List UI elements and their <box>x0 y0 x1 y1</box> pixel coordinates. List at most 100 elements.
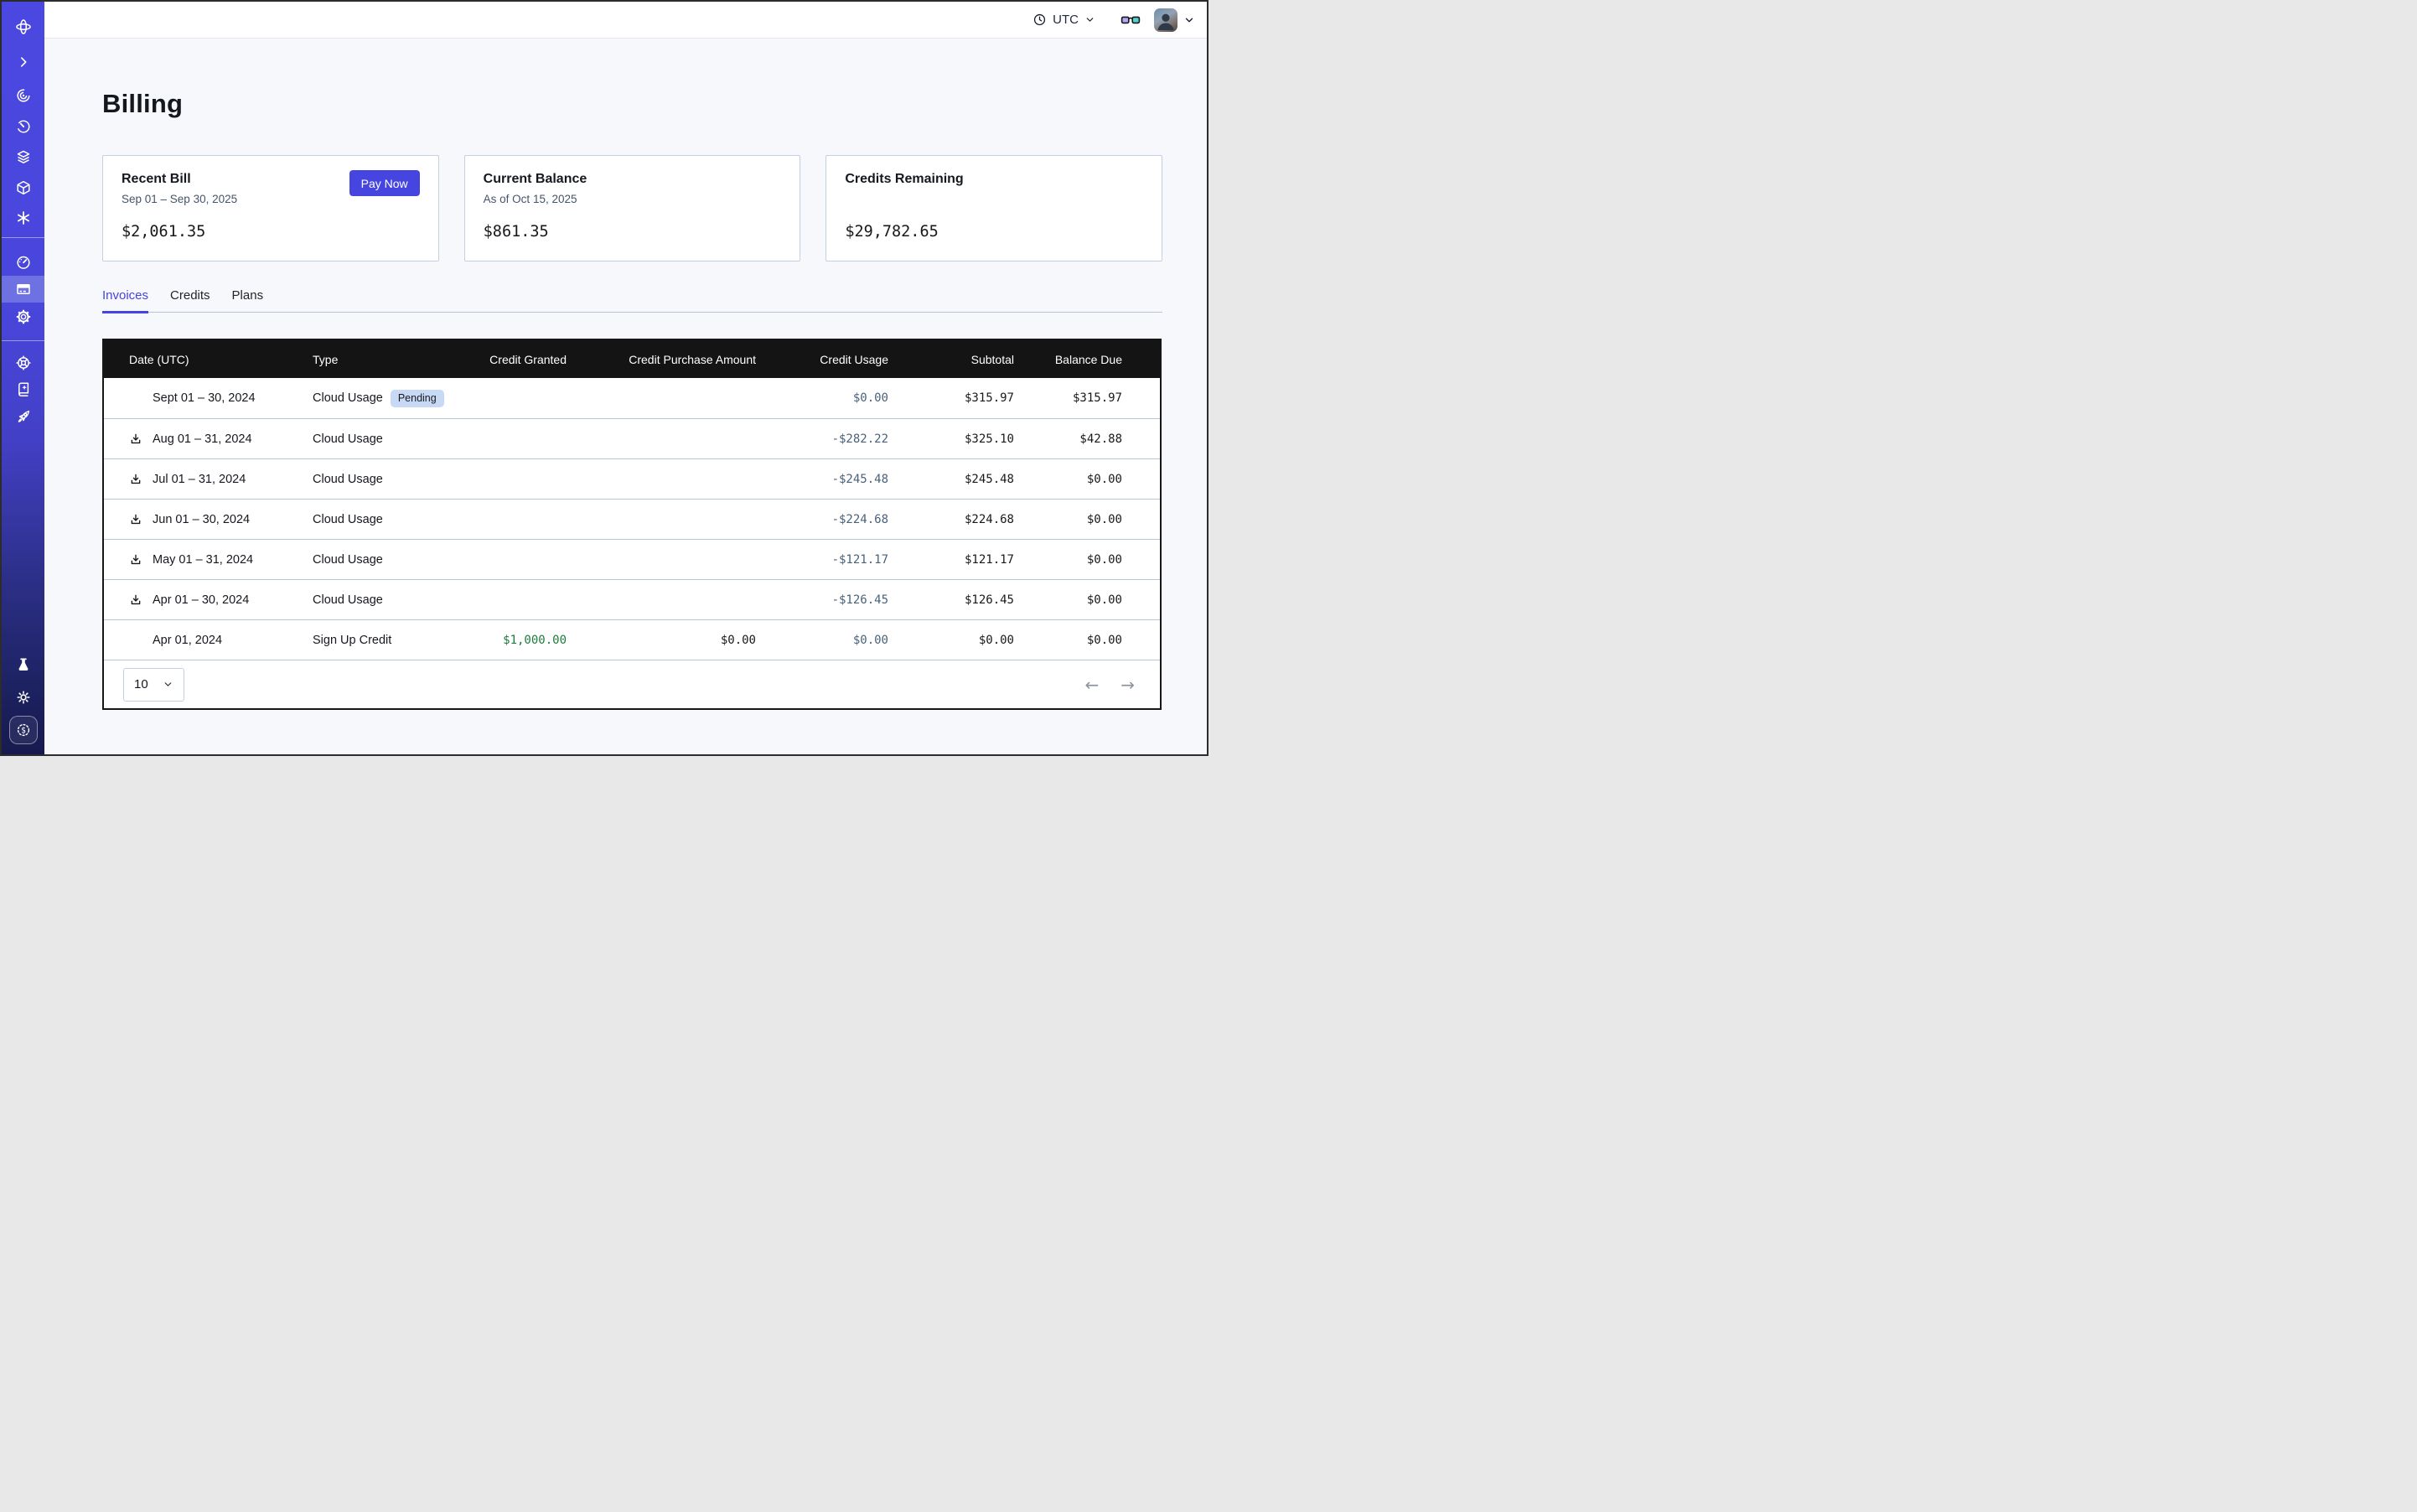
pagination: 10 ← → <box>104 660 1160 708</box>
timer-icon <box>15 118 32 135</box>
sidebar-item-getting-started[interactable] <box>2 403 44 430</box>
table-row: Jul 01 – 31, 2024 Cloud Usage -$245.48 $… <box>104 458 1160 499</box>
invoice-date-cell: Sept 01 – 30, 2024 <box>129 391 313 405</box>
page-size-value: 10 <box>134 677 148 691</box>
invoice-type-cell: Cloud Usage <box>313 593 447 607</box>
sidebar-item-settings[interactable] <box>2 303 44 330</box>
billing-tabs: Invoices Credits Plans <box>102 288 1162 313</box>
account-menu-button[interactable] <box>1183 14 1195 26</box>
page-title: Billing <box>102 89 1207 119</box>
invoice-date: Sept 01 – 30, 2024 <box>153 391 256 405</box>
download-invoice-icon[interactable] <box>129 513 142 526</box>
current-balance-amount: $861.35 <box>484 223 782 241</box>
chevron-down-icon <box>1183 14 1195 26</box>
balance-due-value: $0.00 <box>1014 634 1122 647</box>
sidebar-item-layers[interactable] <box>2 143 44 170</box>
prev-page-button[interactable]: ← <box>1084 675 1099 695</box>
pay-now-button[interactable]: Pay Now <box>349 170 420 196</box>
clock-icon <box>1033 13 1047 27</box>
sidebar-item-billing[interactable] <box>2 276 44 303</box>
credit-usage-value: -$121.17 <box>756 553 888 567</box>
credits-badge-frame: $ <box>9 716 38 744</box>
invoice-type: Sign Up Credit <box>313 634 391 647</box>
invoice-type: Cloud Usage <box>313 593 383 607</box>
flask-icon <box>15 656 32 673</box>
invoice-type: Cloud Usage <box>313 553 383 567</box>
download-invoice-icon[interactable] <box>129 473 142 486</box>
dollar-seal-icon: $ <box>15 722 32 738</box>
download-invoice-icon[interactable] <box>129 553 142 567</box>
sidebar-collapse-toggle[interactable] <box>2 49 44 75</box>
recent-bill-card: Recent Bill Sep 01 – Sep 30, 2025 $2,061… <box>102 155 439 261</box>
invoice-date: Apr 01, 2024 <box>153 634 222 647</box>
current-balance-card: Current Balance As of Oct 15, 2025 $861.… <box>464 155 801 261</box>
sidebar-item-services[interactable] <box>2 205 44 231</box>
subtotal-value: $245.48 <box>888 473 1014 486</box>
invoice-date-cell: Jun 01 – 30, 2024 <box>129 513 313 526</box>
layers-icon <box>15 148 32 165</box>
invoice-type-cell: Cloud Usage <box>313 473 447 486</box>
download-invoice-icon[interactable] <box>129 432 142 446</box>
tab-plans[interactable]: Plans <box>232 288 264 313</box>
timezone-label: UTC <box>1053 13 1079 27</box>
col-credit-purchase-amount: Credit Purchase Amount <box>567 353 756 366</box>
billing-card-icon <box>15 281 32 298</box>
timezone-selector[interactable]: UTC <box>1033 13 1095 27</box>
sidebar-item-timers[interactable] <box>2 113 44 140</box>
invoice-type-cell: Cloud Usage <box>313 553 447 567</box>
card-title: Current Balance <box>484 172 782 187</box>
sidebar-item-docs[interactable] <box>2 375 44 402</box>
tab-invoices[interactable]: Invoices <box>102 288 148 313</box>
sidebar-item-support[interactable] <box>2 350 44 376</box>
theme-toggle[interactable] <box>2 684 44 711</box>
main-content: Billing Recent Bill Sep 01 – Sep 30, 202… <box>44 39 1207 754</box>
pager-controls: ← → <box>1084 675 1135 695</box>
balance-due-value: $0.00 <box>1014 473 1122 486</box>
sidebar-item-monitoring[interactable] <box>2 82 44 109</box>
col-balance-due: Balance Due <box>1014 353 1122 366</box>
sidebar-item-labs[interactable] <box>2 651 44 678</box>
chevron-down-icon <box>1084 14 1095 25</box>
credits-button[interactable]: $ <box>2 715 44 745</box>
reader-mode-button[interactable] <box>1121 13 1141 28</box>
sidebar-item-containers[interactable] <box>2 174 44 201</box>
chevron-right-icon <box>16 54 31 70</box>
invoice-date-cell: Jul 01 – 31, 2024 <box>129 473 313 486</box>
balance-due-value: $0.00 <box>1014 513 1122 526</box>
invoice-date: May 01 – 31, 2024 <box>153 553 253 567</box>
gear-icon <box>15 308 32 325</box>
download-invoice-icon[interactable] <box>129 593 142 607</box>
table-row: Aug 01 – 31, 2024 Cloud Usage -$282.22 $… <box>104 418 1160 458</box>
credit-usage-value: $0.00 <box>756 634 888 647</box>
recent-bill-amount: $2,061.35 <box>122 223 420 241</box>
chevron-down-icon <box>163 679 173 690</box>
sidebar-logo[interactable] <box>2 13 44 40</box>
rocket-icon <box>15 408 32 425</box>
invoice-date-cell: Apr 01, 2024 <box>129 634 313 647</box>
invoice-type-cell: Cloud Usage <box>313 513 447 526</box>
table-row: May 01 – 31, 2024 Cloud Usage -$121.17 $… <box>104 539 1160 579</box>
summary-cards: Recent Bill Sep 01 – Sep 30, 2025 $2,061… <box>102 155 1162 261</box>
sidebar-item-usage[interactable] <box>2 249 44 276</box>
book-sparkle-icon <box>15 381 32 397</box>
status-badge: Pending <box>391 390 444 407</box>
balance-due-value: $315.97 <box>1014 391 1122 405</box>
col-type: Type <box>313 353 447 366</box>
col-credit-granted: Credit Granted <box>447 353 567 366</box>
invoice-type-cell: Sign Up Credit <box>313 634 447 647</box>
next-page-button[interactable]: → <box>1121 675 1135 695</box>
credit-usage-value: -$245.48 <box>756 473 888 486</box>
sidebar: $ <box>2 2 44 754</box>
card-subtitle: As of Oct 15, 2025 <box>484 193 782 207</box>
invoice-date-cell: Aug 01 – 31, 2024 <box>129 432 313 446</box>
asterisk-icon <box>15 210 32 226</box>
logo-orbit-icon <box>14 18 33 36</box>
sidebar-divider <box>2 237 44 238</box>
tab-credits[interactable]: Credits <box>170 288 210 313</box>
page-size-select[interactable]: 10 <box>123 668 184 702</box>
user-avatar[interactable] <box>1154 8 1177 32</box>
credits-remaining-amount: $29,782.65 <box>845 223 1143 241</box>
invoice-date: Jul 01 – 31, 2024 <box>153 473 246 486</box>
invoice-date-cell: May 01 – 31, 2024 <box>129 553 313 567</box>
col-date: Date (UTC) <box>129 353 313 366</box>
